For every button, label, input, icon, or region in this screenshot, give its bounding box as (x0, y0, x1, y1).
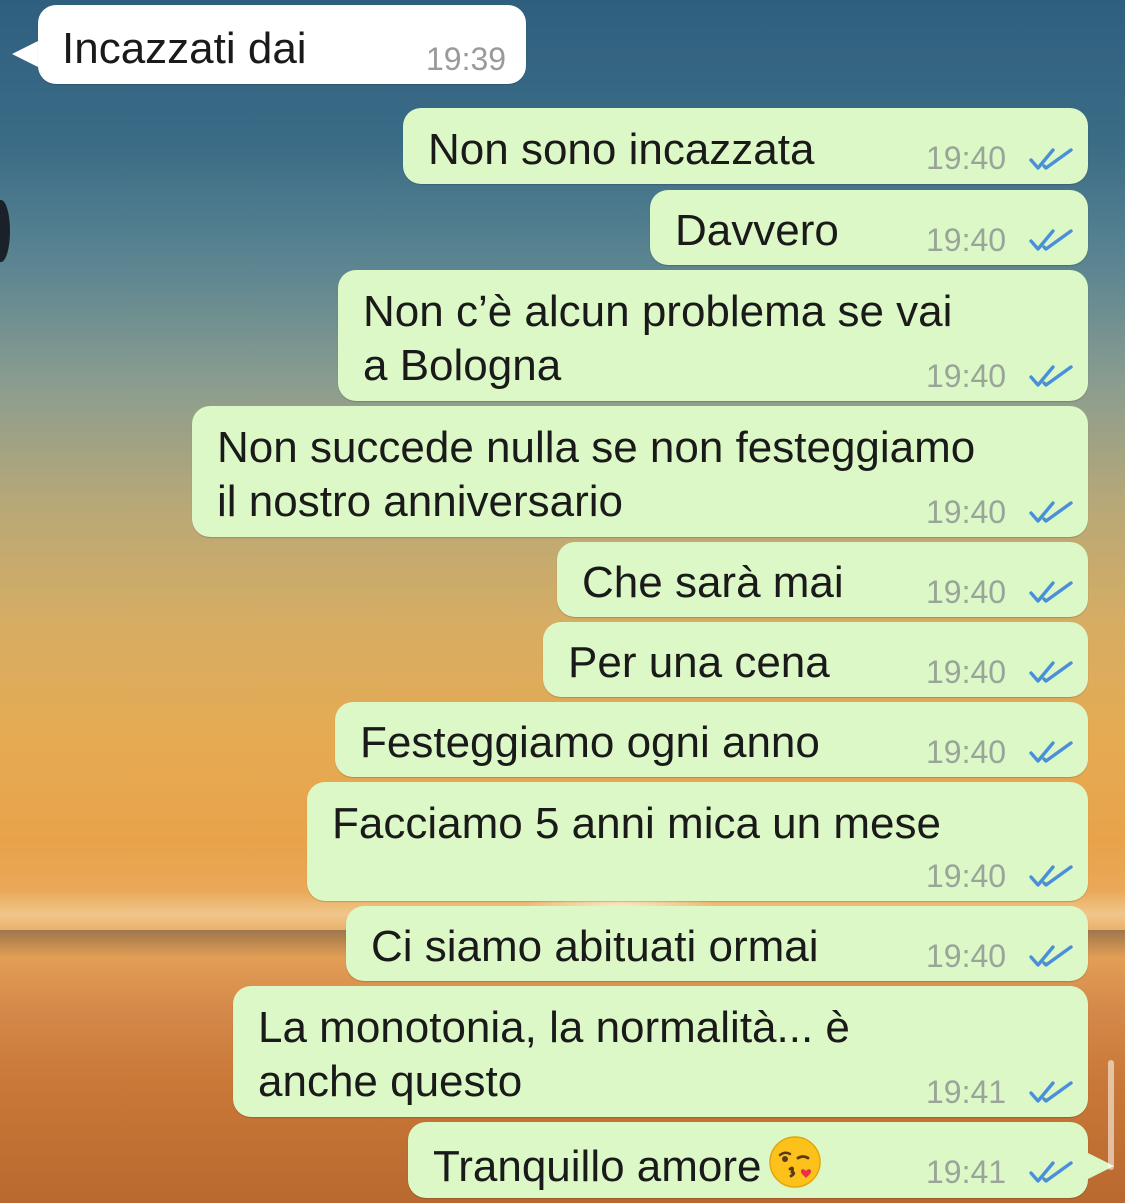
message-text: anche questo (258, 1057, 523, 1106)
message-text: La monotonia, la normalità... è (258, 1003, 850, 1052)
double-check-icon (1029, 365, 1073, 387)
message-text: Ci siamo abituati ormai (371, 922, 819, 971)
incoming-bubble-tail (12, 40, 40, 68)
double-check-icon (1029, 1081, 1073, 1103)
message-timestamp: 19:40 (926, 494, 1007, 530)
message-timestamp: 19:39 (426, 41, 507, 77)
message-timestamp: 19:40 (926, 734, 1007, 770)
message-timestamp: 19:40 (926, 858, 1007, 894)
message-timestamp: 19:40 (926, 938, 1007, 974)
message-text-content: Tranquillo amore (433, 1142, 762, 1191)
message-text: Tranquillo amore (433, 1135, 822, 1195)
kissing-face-emoji-icon (768, 1136, 821, 1188)
message-text: Non c’è alcun problema se vai (363, 287, 953, 336)
message-text: Per una cena (568, 638, 830, 687)
outgoing-message-bubble[interactable]: Ci siamo abituati ormai 19:40 (346, 906, 1088, 981)
double-check-icon (1029, 501, 1073, 523)
incoming-message-bubble[interactable]: Incazzati dai 19:39 (38, 5, 526, 84)
double-check-icon (1029, 741, 1073, 763)
message-timestamp: 19:41 (926, 1074, 1007, 1110)
outgoing-message-bubble[interactable]: Tranquillo amore 19:41 (408, 1122, 1088, 1198)
outgoing-message-bubble[interactable]: Per una cena 19:40 (543, 622, 1088, 697)
double-check-icon (1029, 945, 1073, 967)
message-text: Non sono incazzata (428, 125, 815, 174)
double-check-icon (1029, 865, 1073, 887)
message-text: Festeggiamo ogni anno (360, 718, 820, 767)
message-text: Facciamo 5 anni mica un mese (332, 799, 941, 848)
outgoing-message-bubble[interactable]: La monotonia, la normalità... è anche qu… (233, 986, 1088, 1117)
message-text: Non succede nulla se non festeggiamo (217, 423, 976, 472)
message-text: Davvero (675, 206, 839, 255)
message-timestamp: 19:40 (926, 574, 1007, 610)
outgoing-message-bubble[interactable]: Che sarà mai 19:40 (557, 542, 1088, 617)
message-timestamp: 19:40 (926, 140, 1007, 176)
scrollbar[interactable] (1108, 1060, 1114, 1170)
double-check-icon (1029, 229, 1073, 251)
message-timestamp: 19:40 (926, 654, 1007, 690)
outgoing-message-bubble[interactable]: Festeggiamo ogni anno 19:40 (335, 702, 1088, 777)
message-text: Che sarà mai (582, 558, 844, 607)
message-text: Incazzati dai (62, 24, 307, 73)
outgoing-message-bubble[interactable]: Non sono incazzata 19:40 (403, 108, 1088, 184)
double-check-icon (1029, 661, 1073, 683)
message-text: a Bologna (363, 341, 562, 390)
double-check-icon (1029, 148, 1073, 170)
outgoing-message-bubble[interactable]: Non c’è alcun problema se vai a Bologna … (338, 270, 1088, 401)
double-check-icon (1029, 1161, 1073, 1183)
double-check-icon (1029, 581, 1073, 603)
outgoing-message-bubble[interactable]: Non succede nulla se non festeggiamo il … (192, 406, 1088, 537)
message-timestamp: 19:41 (926, 1154, 1007, 1190)
message-timestamp: 19:40 (926, 222, 1007, 258)
message-timestamp: 19:40 (926, 358, 1007, 394)
message-text: il nostro anniversario (217, 477, 623, 526)
outgoing-message-bubble[interactable]: Davvero 19:40 (650, 190, 1088, 265)
outgoing-message-bubble[interactable]: Facciamo 5 anni mica un mese 19:40 (307, 782, 1088, 901)
